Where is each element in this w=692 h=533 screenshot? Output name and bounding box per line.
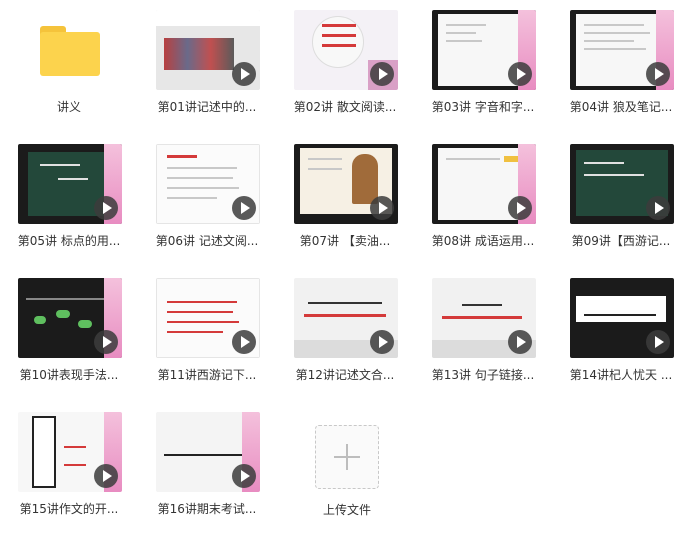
- video-thumbnail: [294, 278, 398, 358]
- play-icon: [508, 196, 532, 220]
- video-thumbnail: [294, 144, 398, 224]
- play-icon: [370, 62, 394, 86]
- video-label: 第16讲期末考试...: [157, 502, 257, 516]
- play-icon: [646, 330, 670, 354]
- play-icon: [94, 330, 118, 354]
- video-label: 第04讲 狼及笔记...: [569, 100, 673, 114]
- play-icon: [508, 62, 532, 86]
- video-label: 第11讲西游记下...: [157, 368, 257, 382]
- video-label: 第02讲 散文阅读...: [293, 100, 397, 114]
- file-grid: 讲义 第01讲记述中的... 第02讲 散文阅读... 第03讲 字音和字...…: [0, 0, 692, 533]
- upload-button[interactable]: [315, 425, 379, 489]
- video-label: 第14讲杞人忧天 ...: [569, 368, 673, 382]
- video-thumbnail: [18, 412, 122, 492]
- video-label: 第09讲【西游记...: [571, 234, 671, 248]
- video-label: 第13讲 句子链接...: [431, 368, 535, 382]
- video-thumbnail: [294, 10, 398, 90]
- video-tile[interactable]: 第08讲 成语运用...: [414, 134, 552, 264]
- play-icon: [646, 196, 670, 220]
- video-tile[interactable]: 第02讲 散文阅读...: [276, 0, 414, 130]
- video-tile[interactable]: 第11讲西游记下...: [138, 268, 276, 398]
- video-thumbnail: [570, 10, 674, 90]
- video-thumbnail: [570, 278, 674, 358]
- folder-icon: [40, 26, 100, 76]
- play-icon: [370, 330, 394, 354]
- video-label: 第01讲记述中的...: [157, 100, 257, 114]
- video-label: 第15讲作文的开...: [19, 502, 119, 516]
- video-tile[interactable]: 第07讲 【卖油...: [276, 134, 414, 264]
- video-tile[interactable]: 第01讲记述中的...: [138, 0, 276, 130]
- video-thumbnail: [156, 412, 260, 492]
- video-tile[interactable]: 第10讲表现手法...: [0, 268, 138, 398]
- video-thumbnail: [570, 144, 674, 224]
- video-label: 第06讲 记述文阅...: [155, 234, 259, 248]
- video-thumbnail: [432, 10, 536, 90]
- video-thumbnail: [156, 278, 260, 358]
- video-thumbnail: [18, 278, 122, 358]
- video-tile[interactable]: 第12讲记述文合...: [276, 268, 414, 398]
- folder-tile[interactable]: 讲义: [0, 0, 138, 130]
- video-thumbnail: [156, 10, 260, 90]
- play-icon: [370, 196, 394, 220]
- video-tile[interactable]: 第15讲作文的开...: [0, 402, 138, 532]
- folder-label: 讲义: [56, 100, 81, 114]
- video-tile[interactable]: 第16讲期末考试...: [138, 402, 276, 532]
- play-icon: [232, 330, 256, 354]
- video-tile[interactable]: 第05讲 标点的用...: [0, 134, 138, 264]
- play-icon: [94, 464, 118, 488]
- play-icon: [94, 196, 118, 220]
- video-tile[interactable]: 第14讲杞人忧天 ...: [552, 268, 690, 398]
- video-thumbnail: [18, 144, 122, 224]
- video-thumbnail: [156, 144, 260, 224]
- video-tile[interactable]: 第13讲 句子链接...: [414, 268, 552, 398]
- video-label: 第10讲表现手法...: [19, 368, 119, 382]
- play-icon: [232, 464, 256, 488]
- play-icon: [232, 196, 256, 220]
- video-label: 第05讲 标点的用...: [17, 234, 121, 248]
- upload-label: 上传文件: [322, 503, 371, 517]
- video-tile[interactable]: 第03讲 字音和字...: [414, 0, 552, 130]
- video-label: 第12讲记述文合...: [295, 368, 395, 382]
- video-label: 第03讲 字音和字...: [431, 100, 535, 114]
- play-icon: [646, 62, 670, 86]
- play-icon: [508, 330, 532, 354]
- video-thumbnail: [432, 144, 536, 224]
- video-thumbnail: [432, 278, 536, 358]
- video-tile[interactable]: 第06讲 记述文阅...: [138, 134, 276, 264]
- video-label: 第08讲 成语运用...: [431, 234, 535, 248]
- video-tile[interactable]: 第04讲 狼及笔记...: [552, 0, 690, 130]
- video-label: 第07讲 【卖油...: [299, 234, 391, 248]
- play-icon: [232, 62, 256, 86]
- video-tile[interactable]: 第09讲【西游记...: [552, 134, 690, 264]
